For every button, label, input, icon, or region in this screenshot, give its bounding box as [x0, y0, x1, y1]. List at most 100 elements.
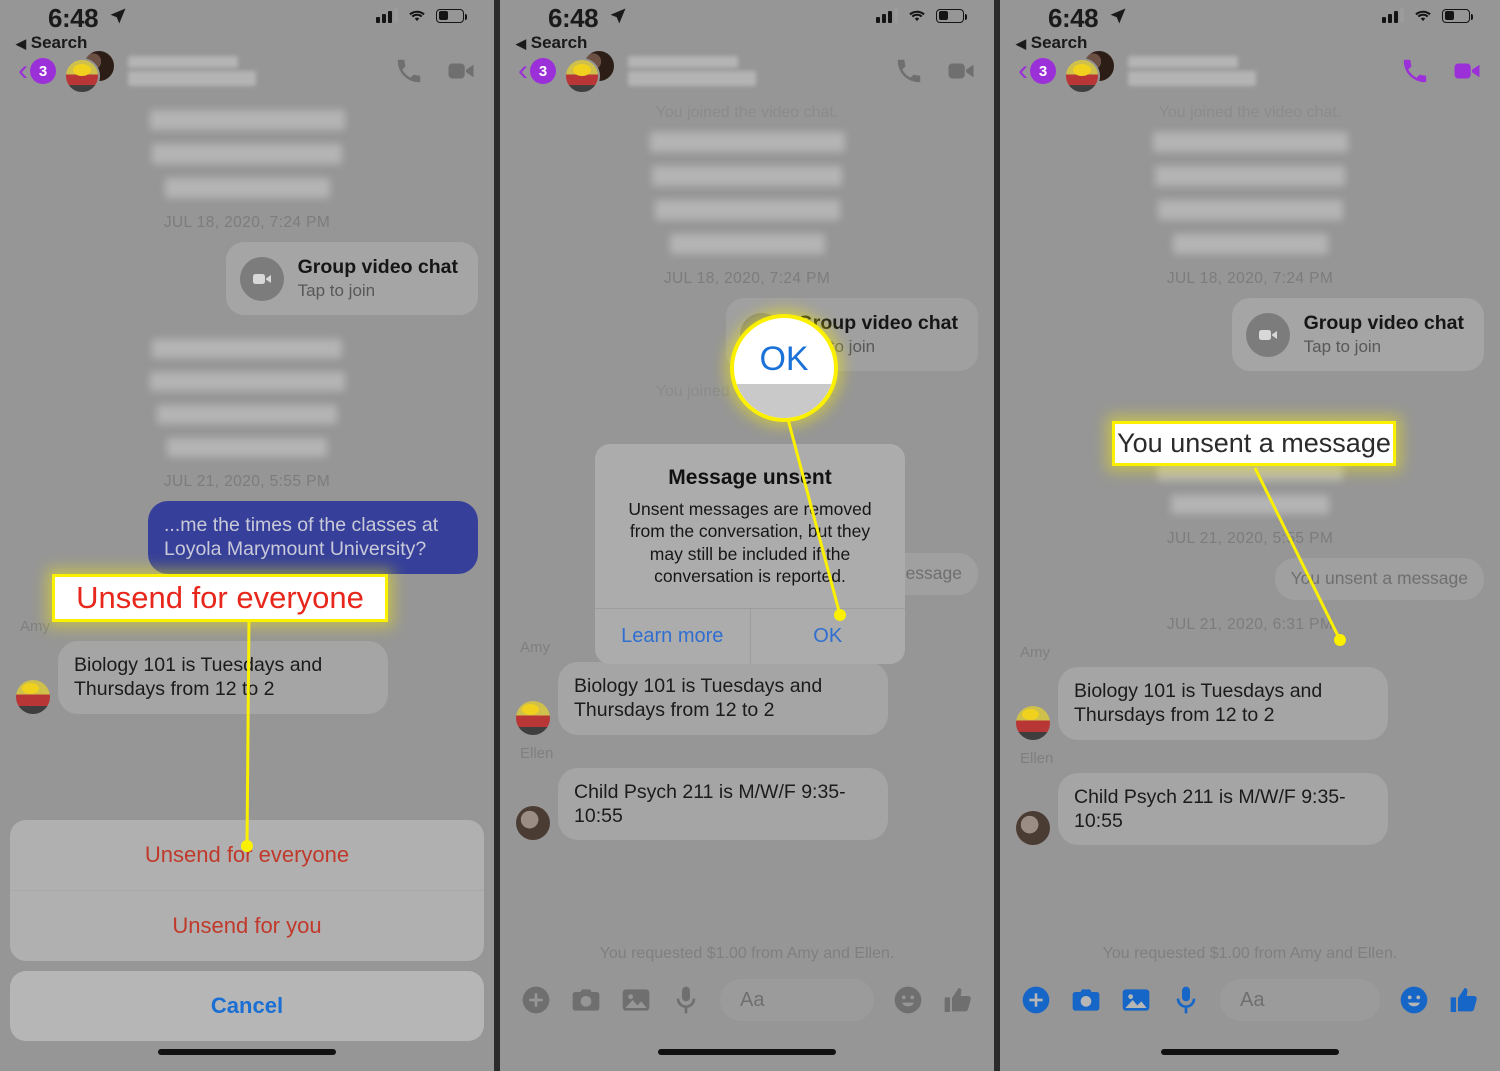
magnifier-callout-ok: OK — [730, 314, 838, 422]
system-notice: You joined the video chat. — [1158, 104, 1342, 121]
redaction-bar — [1155, 166, 1345, 186]
unsend-action-sheet[interactable]: Unsend for everyone Unsend for you Cance… — [10, 820, 484, 1041]
alert-actions: Learn more OK — [595, 607, 906, 664]
message-thread[interactable]: You joined the video chat. JUL 18, 2020,… — [1000, 96, 1500, 1071]
outgoing-bubble[interactable]: ...me the times of the classes at Loyola… — [148, 501, 478, 574]
microphone-icon[interactable] — [1170, 984, 1202, 1016]
conversation-header: ‹ 3 — [500, 42, 994, 100]
status-time: 6:48 — [548, 3, 599, 33]
message-row[interactable]: Child Psych 211 is M/W/F 9:35-10:55 — [1016, 772, 1484, 846]
video-camera-icon[interactable] — [446, 56, 476, 86]
incoming-bubble[interactable]: Child Psych 211 is M/W/F 9:35-10:55 — [1058, 772, 1388, 846]
panel-3-unsent-result: 6:48 ◀ Search ‹ 3 You joined the video c… — [1000, 0, 1500, 1071]
avatar-primary — [1064, 58, 1100, 94]
message-row[interactable]: Child Psych 211 is M/W/F 9:35-10:55 — [516, 767, 978, 841]
photo-icon[interactable] — [1120, 984, 1152, 1016]
message-row[interactable]: Biology 101 is Tuesdays and Thursdays fr… — [1016, 666, 1484, 740]
microphone-icon[interactable] — [670, 984, 702, 1016]
group-avatars[interactable] — [64, 49, 116, 94]
message-input-placeholder: Aa — [1240, 988, 1265, 1011]
redaction-bar — [1171, 495, 1329, 514]
battery-icon — [936, 8, 967, 23]
header-actions — [1400, 56, 1482, 86]
chevron-left-icon: ‹ — [18, 54, 28, 87]
video-chat-card-row[interactable]: Group video chat Tap to join — [16, 242, 478, 315]
phone-icon[interactable] — [1400, 56, 1430, 86]
group-video-chat-card[interactable]: Group video chat Tap to join — [225, 242, 478, 315]
message-input-placeholder: Aa — [740, 988, 765, 1011]
message-row[interactable]: Biology 101 is Tuesdays and Thursdays fr… — [16, 640, 478, 714]
ellen-avatar — [516, 806, 550, 841]
magnifier-strip — [734, 384, 834, 418]
cellular-signal-icon — [376, 8, 398, 23]
emoji-icon[interactable] — [892, 984, 924, 1016]
contact-name-redacted[interactable] — [628, 56, 756, 86]
header-actions — [894, 56, 976, 86]
learn-more-button[interactable]: Learn more — [595, 609, 750, 664]
message-input[interactable]: Aa — [720, 979, 874, 1021]
message-sender-name: Ellen — [1020, 749, 1054, 767]
unsend-for-everyone-button[interactable]: Unsend for everyone — [10, 820, 484, 890]
wifi-icon — [409, 10, 425, 22]
video-camera-icon[interactable] — [946, 56, 976, 86]
avatar-primary — [64, 58, 100, 94]
contact-name-redacted[interactable] — [1128, 56, 1256, 86]
thumbs-up-icon[interactable] — [942, 984, 974, 1016]
status-time: 6:48 — [1048, 3, 1099, 33]
magnifier-label: OK — [759, 339, 809, 378]
video-card-title: Group video chat — [1303, 312, 1464, 334]
incoming-bubble[interactable]: Biology 101 is Tuesdays and Thursdays fr… — [558, 661, 888, 735]
cancel-button[interactable]: Cancel — [10, 971, 484, 1041]
video-card-subtitle: Tap to join — [297, 281, 376, 300]
ok-button[interactable]: OK — [749, 608, 906, 664]
status-indicators — [876, 8, 967, 23]
camera-icon[interactable] — [1070, 984, 1102, 1016]
system-notice: You joined the video chat. — [655, 104, 839, 121]
redaction-bar — [164, 178, 330, 198]
message-input[interactable]: Aa — [1220, 979, 1380, 1021]
video-camera-icon[interactable] — [1452, 56, 1482, 86]
timestamp-divider: JUL 18, 2020, 7:24 PM — [1166, 270, 1334, 287]
home-indicator — [158, 1049, 336, 1055]
callout-label: You unsent a message — [1117, 428, 1391, 458]
status-bar: 6:48 ◀ Search — [0, 0, 494, 52]
back-button[interactable]: ‹ 3 — [1018, 56, 1056, 86]
unsend-for-you-button[interactable]: Unsend for you — [10, 891, 484, 961]
incoming-bubble[interactable]: Biology 101 is Tuesdays and Thursdays fr… — [58, 640, 388, 714]
redaction-bar — [628, 56, 738, 68]
back-button[interactable]: ‹ 3 — [518, 56, 556, 86]
battery-icon — [436, 8, 467, 23]
battery-icon — [1442, 8, 1473, 23]
amy-avatar — [516, 700, 550, 735]
incoming-bubble[interactable]: Biology 101 is Tuesdays and Thursdays fr… — [1058, 666, 1388, 740]
redaction-bar — [628, 71, 756, 86]
ellen-avatar — [1016, 811, 1050, 846]
plus-circle-icon[interactable] — [520, 984, 552, 1016]
amy-avatar — [16, 679, 50, 714]
camera-icon[interactable] — [570, 984, 602, 1016]
alert-message: Unsent messages are removed from the con… — [628, 499, 872, 587]
video-camera-icon — [239, 256, 284, 301]
redaction-bar — [669, 234, 825, 254]
unread-badge: 3 — [1030, 58, 1056, 84]
group-avatars[interactable] — [1064, 49, 1116, 94]
conversation-header: ‹ 3 — [1000, 42, 1500, 100]
phone-icon[interactable] — [394, 56, 424, 86]
emoji-icon[interactable] — [1398, 984, 1430, 1016]
outgoing-message-row[interactable]: ...me the times of the classes at Loyola… — [16, 501, 478, 574]
group-video-chat-card[interactable]: Group video chat Tap to join — [1231, 298, 1484, 371]
plus-circle-icon[interactable] — [1020, 984, 1052, 1016]
message-row[interactable]: Biology 101 is Tuesdays and Thursdays fr… — [516, 661, 978, 735]
back-button[interactable]: ‹ 3 — [18, 56, 56, 86]
thumbs-up-icon[interactable] — [1448, 984, 1480, 1016]
incoming-bubble[interactable]: Child Psych 211 is M/W/F 9:35-10:55 — [558, 767, 888, 841]
video-card-subtitle: Tap to join — [1303, 337, 1382, 356]
photo-icon[interactable] — [620, 984, 652, 1016]
unsent-message-bubble: You unsent a message — [1274, 558, 1484, 600]
group-avatars[interactable] — [564, 49, 616, 94]
phone-icon[interactable] — [894, 56, 924, 86]
contact-name-redacted[interactable] — [128, 56, 256, 86]
callout-unsend-for-everyone: Unsend for everyone — [52, 574, 388, 622]
video-chat-card-row[interactable]: Group video chat Tap to join — [1016, 298, 1484, 371]
amy-avatar — [1016, 705, 1050, 740]
